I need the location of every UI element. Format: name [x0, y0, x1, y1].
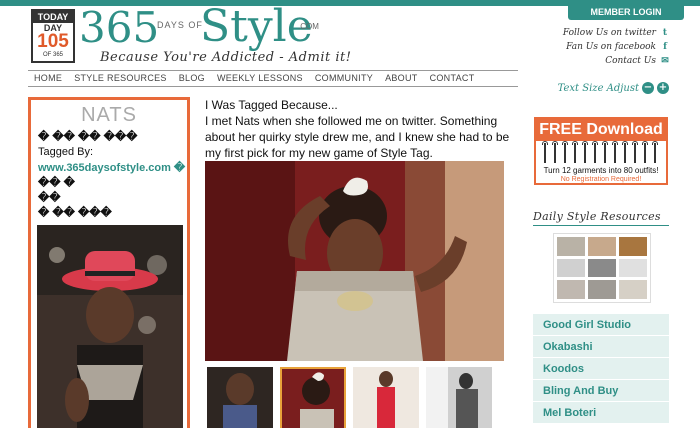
resource-thumbnail[interactable]	[588, 258, 616, 278]
resource-thumbnail[interactable]	[588, 237, 616, 256]
text-size-label: Text Size Adjust	[557, 82, 639, 94]
thumbnail-illustration	[282, 369, 344, 428]
social-link-contact[interactable]: Contact Us ✉	[556, 54, 670, 68]
thumbnail-3[interactable]	[353, 367, 419, 428]
facebook-icon[interactable]: f	[660, 42, 670, 52]
day-number: 105	[37, 31, 69, 52]
logo-numeral[interactable]: 365	[79, 6, 159, 50]
text-size-increase-button[interactable]: +	[657, 82, 669, 94]
photo-thumbnails	[205, 367, 505, 428]
garbled-text: � �� �� ���	[38, 131, 138, 143]
social-label: Follow Us on twitter	[562, 28, 656, 38]
site-tagline: Because You're Addicted - Admit it!	[100, 50, 352, 65]
resource-links-list: Good Girl Studio Okabashi Koodos Bling A…	[533, 314, 669, 424]
social-link-twitter[interactable]: Follow Us on twitter t	[556, 26, 670, 40]
text-size-decrease-button[interactable]: −	[642, 82, 654, 94]
portrait-photo	[37, 225, 183, 428]
free-download-banner[interactable]: FREE Download Turn 12 garments into 80 o…	[534, 117, 668, 185]
logo-dotcom: .COM	[298, 22, 319, 31]
hangers-illustration	[536, 141, 666, 165]
nav-home[interactable]: HOME	[28, 71, 68, 85]
resource-link-koodos[interactable]: Koodos	[533, 358, 669, 380]
resource-thumbnail[interactable]	[557, 237, 585, 256]
tagged-person-card: NATS � �� �� ��� Tagged By: www.365dayso…	[28, 97, 190, 428]
free-download-note: No Registration Required!	[560, 176, 642, 183]
resource-thumbnail[interactable]	[619, 237, 647, 256]
today-label: TODAY	[33, 11, 73, 23]
thumbnail-2-selected[interactable]	[280, 367, 346, 428]
free-download-subtitle: Turn 12 garments into 80 outfits!	[543, 166, 659, 175]
daily-style-resources-title: Daily Style Resources	[533, 210, 661, 223]
free-download-title: FREE Download	[536, 119, 666, 141]
resource-thumbnail[interactable]	[557, 258, 585, 278]
nav-about[interactable]: ABOUT	[379, 71, 424, 85]
social-links: Follow Us on twitter t Fan Us on faceboo…	[556, 26, 670, 68]
resource-thumbnail[interactable]	[588, 280, 616, 299]
nav-community[interactable]: COMMUNITY	[309, 71, 379, 85]
nav-divider-bottom	[28, 86, 518, 87]
hero-illustration	[205, 161, 504, 361]
resource-thumbnail[interactable]	[619, 280, 647, 299]
nav-style-resources[interactable]: STYLE RESOURCES	[68, 71, 173, 85]
nav-weekly-lessons[interactable]: WEEKLY LESSONS	[211, 71, 309, 85]
of-total-label: OF 365	[42, 52, 63, 58]
twitter-icon[interactable]: t	[660, 28, 670, 38]
resource-thumbnail[interactable]	[619, 258, 647, 278]
text-size-adjust: Text Size Adjust − +	[549, 82, 669, 94]
thumbnail-illustration	[207, 367, 273, 428]
resource-link-good-girl-studio[interactable]: Good Girl Studio	[533, 314, 669, 336]
tagged-by-link[interactable]: www.365daysofstyle.com �	[38, 161, 185, 174]
nav-contact[interactable]: CONTACT	[424, 71, 481, 85]
daily-style-divider	[533, 225, 669, 226]
mail-icon[interactable]: ✉	[660, 56, 670, 66]
social-label: Contact Us	[605, 56, 656, 66]
hero-photo	[205, 161, 504, 361]
nav-blog[interactable]: BLOG	[173, 71, 211, 85]
portrait-illustration	[37, 225, 183, 428]
person-name: NATS	[81, 104, 137, 126]
thumbnail-illustration	[353, 367, 419, 428]
post-title: I Was Tagged Because...	[205, 98, 338, 112]
logo-style-word[interactable]: Style	[200, 4, 313, 50]
garbled-text: � �� ���	[38, 207, 112, 219]
resource-link-mel-boteri[interactable]: Mel Boteri	[533, 402, 669, 424]
daily-style-image-grid[interactable]	[553, 233, 651, 303]
logo-days-of: DAYS OF	[157, 20, 203, 30]
tagged-by-label: Tagged By:	[38, 146, 94, 158]
resource-thumbnail[interactable]	[557, 280, 585, 299]
social-link-facebook[interactable]: Fan Us on facebook f	[556, 40, 670, 54]
resource-link-okabashi[interactable]: Okabashi	[533, 336, 669, 358]
thumbnail-illustration	[426, 367, 492, 428]
post-body: I met Nats when she followed me on twitt…	[205, 114, 510, 160]
resource-link-bling-and-buy[interactable]: Bling And Buy	[533, 380, 669, 402]
day-counter-badge: TODAY DAY 105 OF 365	[31, 9, 75, 63]
thumbnail-1[interactable]	[207, 367, 273, 428]
thumbnail-4[interactable]	[426, 367, 492, 428]
social-label: Fan Us on facebook	[566, 42, 656, 52]
main-nav: HOME STYLE RESOURCES BLOG WEEKLY LESSONS…	[28, 71, 518, 85]
garbled-text: ��	[38, 192, 61, 204]
member-login-button[interactable]: MEMBER LOGIN	[568, 4, 684, 20]
garbled-text: �� �	[38, 177, 75, 189]
